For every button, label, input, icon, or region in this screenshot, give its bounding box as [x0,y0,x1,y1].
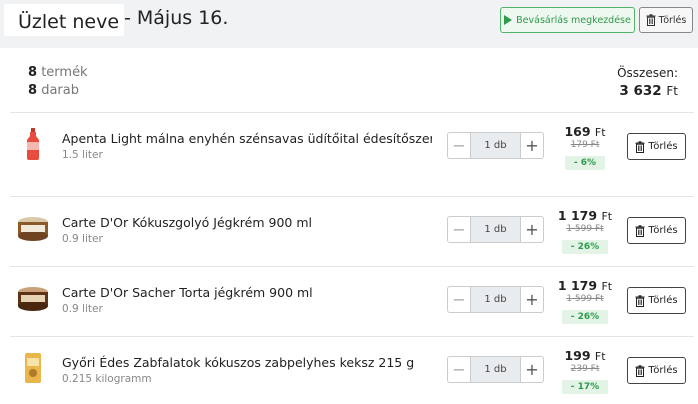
decrease-button[interactable]: − [448,357,471,382]
total-label: Összesen: [617,66,678,80]
currency: Ft [594,350,606,363]
product-unit: 1.5 liter [62,149,103,161]
ice-cream-box-icon [14,281,52,315]
product-unit: 0.9 liter [62,303,103,315]
original-price: 239 Ft [570,364,600,374]
product-name: Győri Édes Zabfalatok kókuszos zabpelyhe… [62,355,415,370]
product-count: 8 [28,65,38,80]
trash-icon [635,224,645,237]
current-price: 199 [564,348,591,363]
discount-badge: - 6% [564,156,606,170]
piece-count: 8 [28,83,38,98]
quantity-value[interactable]: 1 db [471,357,520,382]
biscuit-pack-icon [14,351,52,385]
delete-all-button[interactable]: Törlés [639,7,693,33]
quantity-stepper: − 1 db + [447,286,544,313]
quantity-stepper: − 1 db + [447,132,544,159]
product-name: Carte D'Or Kókuszgolyó Jégkrém 900 ml [62,215,312,230]
store-name-box: Üzlet neve [4,4,124,36]
piece-label: darab [41,83,79,98]
total-currency: Ft [666,84,678,98]
quantity-stepper: − 1 db + [447,216,544,243]
summary-counts: 8 termék 8 darab [28,64,88,100]
total-value: 3 632 [619,83,662,99]
price-block: 199 Ft 239 Ft - 17% [556,348,614,394]
price-block: 1 179 Ft 1 599 Ft - 26% [556,208,614,254]
delete-label: Törlés [648,295,678,306]
delete-item-button[interactable]: Törlés [627,287,686,314]
quantity-value[interactable]: 1 db [471,287,520,312]
increase-button[interactable]: + [520,357,543,382]
delete-item-button[interactable]: Törlés [627,217,686,244]
list-date: - Május 16. [124,7,229,29]
original-price: 1 599 Ft [566,294,604,304]
increase-button[interactable]: + [520,217,543,242]
price-block: 169 Ft 179 Ft - 6% [556,124,614,170]
list-item: Carte D'Or Kókuszgolyó Jégkrém 900 ml 0.… [0,196,698,266]
summary-total: Összesen: 3 632 Ft [617,64,678,100]
product-name: Carte D'Or Sacher Torta jégkrém 900 ml [62,285,313,300]
delete-all-label: Törlés [658,14,687,26]
ice-cream-box-icon [14,211,52,245]
list-item: Carte D'Or Sacher Torta jégkrém 900 ml 0… [0,266,698,336]
start-shopping-label: Bevásárlás megkezdése [516,14,631,26]
currency: Ft [601,280,613,293]
current-price: 1 179 [557,208,598,223]
product-unit: 0.9 liter [62,233,103,245]
trash-icon [635,140,645,153]
decrease-button[interactable]: − [448,217,471,242]
current-price: 169 [564,124,591,139]
original-price: 1 599 Ft [566,224,604,234]
delete-label: Törlés [648,225,678,236]
decrease-button[interactable]: − [448,287,471,312]
discount-badge: - 17% [561,380,609,394]
trash-icon [646,14,656,26]
discount-badge: - 26% [561,310,609,324]
page-header: Üzlet neve - Május 16. Bevásárlás megkez… [0,0,698,48]
start-shopping-button[interactable]: Bevásárlás megkezdése [500,7,635,33]
play-icon [504,15,513,25]
product-unit: 0.215 kilogramm [62,373,152,385]
quantity-value[interactable]: 1 db [471,133,520,158]
delete-item-button[interactable]: Törlés [627,357,686,384]
delete-item-button[interactable]: Törlés [627,133,686,160]
trash-icon [635,364,645,377]
delete-label: Törlés [648,365,678,376]
store-name: Üzlet neve [18,11,120,33]
increase-button[interactable]: + [520,287,543,312]
increase-button[interactable]: + [520,133,543,158]
product-name: Apenta Light málna enyhén szénsavas üdít… [62,131,432,146]
product-label: termék [41,65,88,80]
current-price: 1 179 [557,278,598,293]
currency: Ft [594,126,606,139]
shopping-list-card: 8 termék 8 darab Összesen: 3 632 Ft Apen… [0,48,698,404]
discount-badge: - 26% [561,240,609,254]
list-item: Győri Édes Zabfalatok kókuszos zabpelyhe… [0,336,698,404]
currency: Ft [601,210,613,223]
list-item: Apenta Light málna enyhén szénsavas üdít… [0,112,698,182]
quantity-value[interactable]: 1 db [471,217,520,242]
quantity-stepper: − 1 db + [447,356,544,383]
trash-icon [635,294,645,307]
bottle-icon [14,127,52,161]
delete-label: Törlés [648,141,678,152]
price-block: 1 179 Ft 1 599 Ft - 26% [556,278,614,324]
original-price: 179 Ft [570,140,600,150]
decrease-button[interactable]: − [448,133,471,158]
